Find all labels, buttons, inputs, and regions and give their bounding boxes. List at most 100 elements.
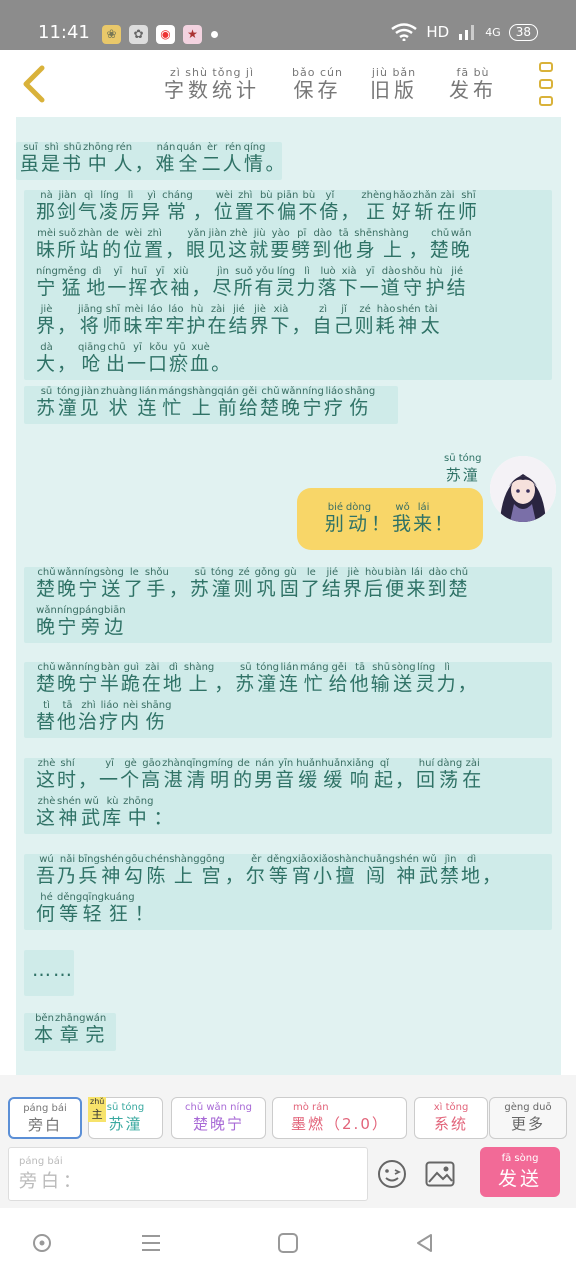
message-char: 神shén: [396, 304, 421, 337]
message-char-pinyin: cháng: [162, 190, 193, 201]
message-char-pinyin: zài: [141, 662, 163, 673]
user-message-bubble[interactable]: 别bié动dòng！ 我wǒ来lái！: [297, 488, 483, 550]
narration-bubble[interactable]: ……: [24, 950, 74, 996]
message-char: ，: [482, 865, 503, 887]
message-char-pinyin: nèi: [120, 700, 142, 711]
message-char-pinyin: tóng: [256, 662, 280, 673]
message-char-pinyin: xiǎng: [346, 758, 374, 769]
narration-bubble[interactable]: 楚chǔ晚wǎn宁níng半bàn跪guì在zài地dì上shàng， 苏sū潼…: [24, 662, 552, 738]
narration-bubble[interactable]: 本běn章zhāng完wán: [24, 1013, 116, 1051]
message-char: 勾gōu: [123, 854, 145, 887]
message-char: 边biān: [103, 605, 126, 638]
message-char-pinyin: zhì: [234, 190, 256, 201]
role-chuwanning-button[interactable]: chǔ wǎn níng 楚晚宁: [171, 1097, 266, 1139]
chat-area[interactable]: 虽suī是shì书shū中zhōng人rén， 难nán全quán二èr人rén…: [0, 117, 576, 1075]
message-char-pinyin: luò: [317, 266, 339, 277]
message-char: 治zhì: [78, 700, 100, 733]
role-system-label: 系统: [433, 1115, 468, 1133]
role-moran-button[interactable]: mò rán 墨燃（2.0）: [272, 1097, 407, 1139]
message-char: 内nèi: [120, 700, 142, 733]
message-char: 清qīng: [186, 758, 208, 791]
message-char-pinyin: wǎn: [57, 567, 79, 578]
message-char: 固gù: [279, 567, 301, 600]
role-system-button[interactable]: xì tǒng 系统: [414, 1097, 488, 1139]
character-avatar[interactable]: [490, 456, 556, 522]
message-char-pinyin: yǒu: [254, 266, 276, 277]
message-char: 位wèi: [213, 190, 235, 223]
message-char: 灵líng: [275, 266, 297, 299]
narration-bubble[interactable]: 苏sū潼tóng见jiàn状zhuàng连lián忙máng上shàng前qiá…: [24, 386, 398, 424]
message-char: 来lái: [413, 502, 435, 535]
save-button[interactable]: bǎo cún 保存: [292, 66, 343, 101]
message-char: 这zhè: [228, 228, 250, 261]
role-sutong-button[interactable]: zhǔ 主 sū tóng 苏潼: [88, 1097, 163, 1139]
old-version-button[interactable]: jiù bǎn 旧版: [370, 66, 418, 101]
home-icon[interactable]: [277, 1232, 299, 1254]
back-icon[interactable]: [413, 1232, 435, 1254]
role-more-button[interactable]: gèng duō 更多: [489, 1097, 567, 1139]
image-icon[interactable]: [425, 1161, 455, 1187]
message-char-pinyin: qián: [217, 386, 240, 397]
message-char: 到dào: [312, 228, 334, 261]
message-char: 宁níng: [78, 662, 100, 695]
message-char: 正zhèng: [361, 190, 392, 223]
assistant-icon[interactable]: [31, 1232, 53, 1254]
message-char: 耗hào: [375, 304, 397, 337]
message-char: 宁níng: [302, 386, 324, 419]
narration-bubble[interactable]: 吾wú乃nǎi兵bīng神shén勾gōu陈chén上shàng宫gōng， 尔…: [24, 854, 552, 930]
message-char: 来lái: [406, 567, 428, 600]
role-narrator-button[interactable]: páng bái 旁白: [8, 1097, 82, 1139]
narration-bubble[interactable]: 虽suī是shì书shū中zhōng人rén， 难nán全quán二èr人rén…: [16, 142, 284, 180]
narration-bubble[interactable]: 楚chǔ晚wǎn宁níng送sòng了le手shǒu， 苏sū潼tóng则zé巩…: [24, 567, 552, 643]
narration-bubble[interactable]: 那nà剑jiàn气qì凌líng厉lì异yì常cháng， 位wèi置zhì不b…: [24, 190, 552, 380]
message-char: ，: [165, 239, 186, 261]
message-char: 上shàng: [378, 228, 409, 261]
composer-area: páng bái 旁白 zhǔ 主 sū tóng 苏潼 chǔ wǎn níng…: [0, 1075, 576, 1208]
message-char: 眼yǎn: [186, 228, 208, 261]
message-char-pinyin: hào: [375, 304, 397, 315]
message-char-pinyin: sū: [36, 386, 57, 397]
send-button[interactable]: fā sòng 发送: [480, 1147, 560, 1197]
message-char-pinyin: yǎn: [186, 228, 208, 239]
status-right: HD 4G 38: [390, 23, 538, 41]
message-char: 上shàng: [169, 854, 200, 887]
message-char: 一yī: [99, 758, 121, 791]
back-arrow-icon[interactable]: [16, 63, 56, 105]
message-char: ，: [225, 865, 246, 887]
message-char: 巩gǒng: [254, 567, 280, 600]
message-char-pinyin: zé: [233, 567, 255, 578]
message-char: ，: [191, 277, 212, 299]
message-char-pinyin: [340, 190, 361, 201]
message-char: 厉lì: [120, 190, 142, 223]
message-char: 宁níng: [57, 605, 79, 638]
message-char-pinyin: chuǎng: [357, 854, 395, 865]
word-count-button[interactable]: zì shù tǒng jì 字数统计: [164, 66, 260, 101]
menu-icon[interactable]: [140, 1232, 162, 1254]
speaker-label: 苏潼: [445, 466, 480, 484]
emoji-icon[interactable]: [377, 1159, 407, 1189]
message-char: 口kǒu: [148, 342, 170, 375]
message-char: 前qián: [217, 386, 240, 419]
message-char-pinyin: zhè: [228, 228, 250, 239]
publish-button[interactable]: fā bù 发布: [449, 66, 497, 101]
message-char-pinyin: shàng: [187, 386, 218, 397]
message-char: 身shēn: [354, 228, 379, 261]
more-menu-icon[interactable]: [539, 62, 553, 106]
message-char-pinyin: gǒng: [254, 567, 280, 578]
message-char-pinyin: páng: [78, 605, 104, 616]
role-more-label: 更多: [510, 1115, 545, 1133]
message-char-pinyin: lái: [406, 567, 428, 578]
message-line: 别bié动dòng！ 我wǒ来lái！: [297, 502, 483, 540]
message-char: 这zhè: [36, 796, 58, 829]
message-char: 的de: [233, 758, 255, 791]
role-system-pinyin: xì tǒng: [433, 1102, 469, 1113]
message-char-pinyin: wán: [85, 1013, 107, 1024]
narration-bubble[interactable]: 这zhè时shí， 一yī个gè高gāo湛zhàn清qīng明míng的de男n…: [24, 758, 552, 834]
message-line: 那nà剑jiàn气qì凌líng厉lì异yì常cháng， 位wèi置zhì不b…: [36, 190, 540, 228]
message-char-pinyin: shēn: [354, 228, 379, 239]
message-char-pinyin: shén: [57, 796, 82, 807]
message-input[interactable]: páng bái 旁白：: [8, 1147, 368, 1201]
message-char-pinyin: qīng: [186, 758, 208, 769]
message-char: 何hé: [36, 892, 58, 925]
message-line: 替tì他tā治zhì疗liáo内nèi伤shāng: [36, 700, 540, 738]
